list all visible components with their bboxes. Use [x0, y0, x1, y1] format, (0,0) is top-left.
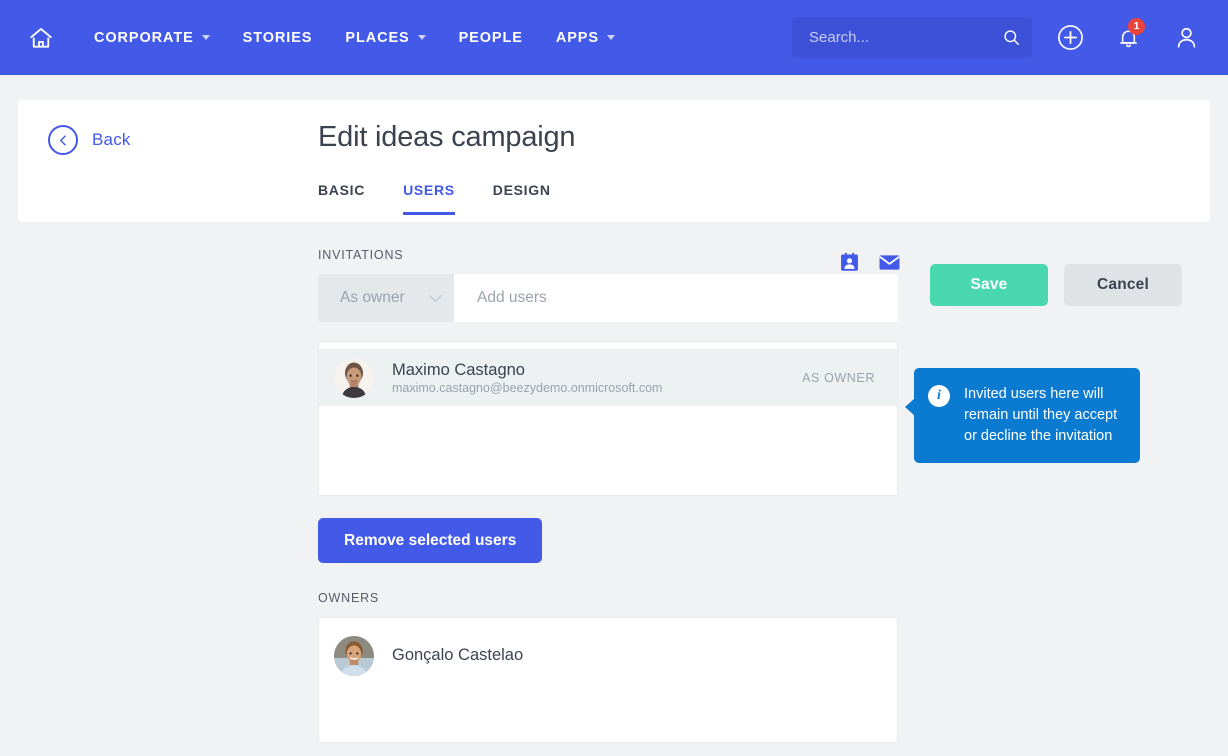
- chevron-down-icon: [429, 288, 442, 302]
- nav-item-apps[interactable]: APPS: [556, 30, 615, 46]
- user-texts: Maximo Castagno maximo.castagno@beezydem…: [392, 360, 802, 396]
- chevron-down-icon: [417, 35, 426, 40]
- invite-input-row: As owner: [318, 274, 898, 322]
- notification-badge: 1: [1128, 17, 1145, 35]
- nav-item-stories[interactable]: STORIES: [243, 30, 313, 46]
- tooltip-text: Invited users here will remain until the…: [964, 386, 1118, 445]
- nav-item-label: PEOPLE: [458, 29, 523, 46]
- nav-item-people[interactable]: PEOPLE: [459, 30, 523, 46]
- info-icon: i: [928, 385, 950, 407]
- back-button[interactable]: Back: [48, 125, 131, 155]
- nav-item-label: STORIES: [242, 29, 313, 46]
- remove-selected-users-button[interactable]: Remove selected users: [318, 518, 543, 563]
- table-row[interactable]: Maximo Castagno maximo.castagno@beezydem…: [319, 349, 897, 406]
- notifications-button[interactable]: 1: [1108, 17, 1148, 58]
- invitations-section-label: INVITATIONS: [318, 248, 404, 262]
- search-box[interactable]: [792, 17, 1032, 58]
- add-button[interactable]: [1050, 18, 1090, 58]
- role-select[interactable]: As owner: [318, 274, 454, 322]
- page-title: Edit ideas campaign: [318, 121, 576, 153]
- user-icon: [1177, 27, 1195, 48]
- search-icon: [1003, 30, 1019, 45]
- avatar-photo: [334, 357, 374, 398]
- back-label: Back: [92, 130, 131, 149]
- top-navbar: CORPORATE STORIES PLACES PEOPLE APPS Sea…: [0, 0, 1228, 75]
- chevron-left-circle-icon: [48, 125, 78, 155]
- nav-item-corporate[interactable]: CORPORATE: [94, 30, 210, 46]
- user-texts: Gonçalo Castelao: [392, 645, 875, 666]
- header-action-buttons: Save Cancel: [930, 264, 1182, 306]
- user-name: Gonçalo Castelao: [392, 646, 524, 665]
- list-item[interactable]: Gonçalo Castelao: [319, 627, 897, 684]
- chevron-left-icon: [59, 134, 66, 146]
- avatar-photo: [334, 635, 374, 676]
- nav-item-label: APPS: [555, 29, 599, 46]
- home-icon: [30, 27, 52, 48]
- tab-design[interactable]: DESIGN: [493, 182, 551, 215]
- search-button[interactable]: [1000, 27, 1022, 49]
- owners-list[interactable]: Gonçalo Castelao: [318, 617, 898, 743]
- invitations-list[interactable]: Maximo Castagno maximo.castagno@beezydem…: [318, 341, 898, 496]
- save-button[interactable]: Save: [930, 264, 1048, 306]
- user-role-label: AS OWNER: [802, 370, 875, 385]
- add-users-input[interactable]: [454, 274, 898, 322]
- nav-item-places[interactable]: PLACES: [345, 29, 426, 46]
- cancel-button[interactable]: Cancel: [1064, 264, 1182, 306]
- search-input[interactable]: [792, 17, 1032, 58]
- navbar-actions: 1: [792, 0, 1228, 75]
- nav-item-label: CORPORATE: [94, 29, 194, 46]
- users-tab-content: INVITATIONS As owner Add users Maximo Ca…: [318, 248, 898, 743]
- tab-users[interactable]: USERS: [403, 182, 455, 215]
- user-email: maximo.castagno@beezydemo.onmicrosoft.co…: [392, 381, 663, 396]
- home-button[interactable]: [24, 21, 58, 55]
- user-name: Maximo Castagno: [392, 360, 525, 379]
- tab-basic[interactable]: BASIC: [318, 182, 365, 215]
- nav-item-label: PLACES: [345, 29, 410, 46]
- edit-campaign-header-card: Back Save Cancel: [18, 100, 1210, 306]
- chevron-down-icon: [201, 35, 210, 40]
- plus-circle-icon: [1057, 25, 1083, 50]
- info-tooltip: i Invited users here will remain until t…: [905, 368, 1140, 464]
- profile-button[interactable]: [1166, 18, 1206, 58]
- avatar: [334, 357, 374, 398]
- chevron-down-icon: [606, 35, 615, 40]
- owners-section-label: OWNERS: [318, 591, 380, 605]
- tab-bar: BASIC USERS DESIGN: [318, 182, 589, 215]
- avatar: [334, 635, 374, 676]
- nav-links: CORPORATE STORIES PLACES PEOPLE APPS: [94, 30, 648, 46]
- role-select-value: As owner: [340, 289, 405, 306]
